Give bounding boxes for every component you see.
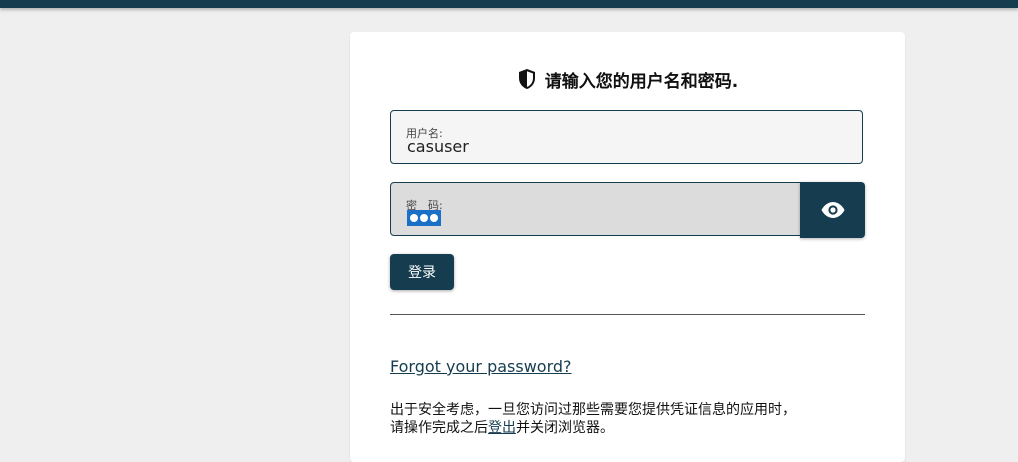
logout-link[interactable]: 登出 <box>488 420 516 436</box>
login-card: 请输入您的用户名和密码. 用户名: casuser 密 码: 登录 Forgot… <box>350 32 905 462</box>
login-button[interactable]: 登录 <box>390 254 454 290</box>
top-bar <box>0 0 1018 8</box>
password-dot <box>420 214 428 222</box>
forgot-password-link[interactable]: Forgot your password? <box>390 357 572 376</box>
notice-prefix: 请操作完成之后 <box>390 420 488 436</box>
security-notice-line2: 请操作完成之后登出并关闭浏览器。 <box>390 419 870 437</box>
password-field[interactable]: 密 码: <box>390 182 801 236</box>
shield-icon <box>518 69 535 89</box>
password-dot <box>430 214 438 222</box>
show-password-button[interactable] <box>800 182 865 238</box>
notice-suffix: 并关闭浏览器。 <box>516 420 614 436</box>
password-masked-value[interactable] <box>407 210 441 226</box>
username-value[interactable]: casuser <box>407 138 469 156</box>
security-notice-line1: 出于安全考虑，一旦您访问过那些需要您提供凭证信息的应用时， <box>390 402 796 418</box>
password-dot <box>410 214 418 222</box>
login-heading-text: 请输入您的用户名和密码. <box>544 71 739 92</box>
eye-icon <box>821 202 844 218</box>
login-heading: 请输入您的用户名和密码. <box>350 66 905 92</box>
security-notice: 出于安全考虑，一旦您访问过那些需要您提供凭证信息的应用时， 请操作完成之后登出并… <box>390 401 870 437</box>
divider <box>390 314 865 315</box>
username-field[interactable]: 用户名: casuser <box>390 110 863 164</box>
